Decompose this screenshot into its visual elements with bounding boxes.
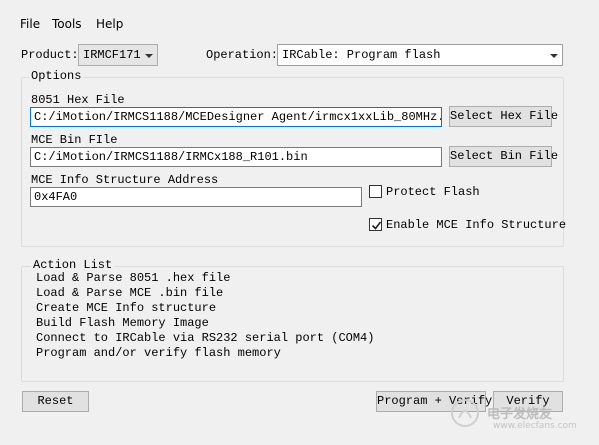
list-item: Connect to IRCable via RS232 serial port… <box>36 331 375 345</box>
protect-flash-label: Protect Flash <box>386 185 480 199</box>
action-list: Load & Parse 8051 .hex file Load & Parse… <box>36 271 536 371</box>
list-item: Load & Parse MCE .bin file <box>36 286 224 300</box>
watermark-brand: 电子发烧友 <box>487 407 553 422</box>
chevron-down-icon <box>550 54 558 58</box>
hex-file-input[interactable]: C:/iMotion/IRMCS1188/MCEDesigner Agent/i… <box>30 107 442 127</box>
protect-flash-checkbox[interactable] <box>369 185 382 198</box>
product-label: Product: <box>21 48 79 62</box>
list-item: Program and/or verify flash memory <box>36 346 281 360</box>
info-address-label: MCE Info Structure Address <box>31 173 219 187</box>
list-item: Build Flash Memory Image <box>36 316 209 330</box>
list-item: Load & Parse 8051 .hex file <box>36 271 231 285</box>
menu-bar: File Tools Help <box>0 14 599 34</box>
menu-tools[interactable]: Tools <box>52 14 82 34</box>
operation-select[interactable]: IRCable: Program flash <box>277 44 563 66</box>
watermark-url: www.elecfans.com <box>493 421 577 431</box>
enable-info-label: Enable MCE Info Structure <box>386 218 567 232</box>
list-item: Create MCE Info structure <box>36 301 217 315</box>
chevron-down-icon <box>145 54 153 58</box>
product-value: IRMCF171 <box>83 48 141 62</box>
reset-button[interactable]: Reset <box>22 391 89 412</box>
checkmark-icon <box>371 221 382 230</box>
product-select[interactable]: IRMCF171 <box>78 44 158 66</box>
menu-file[interactable]: File <box>20 14 40 34</box>
bin-file-label: MCE Bin FIle <box>31 133 118 147</box>
options-title: Options <box>29 69 84 83</box>
enable-info-checkbox[interactable] <box>369 218 382 231</box>
info-address-input[interactable]: 0x4FA0 <box>30 187 362 207</box>
hex-file-label: 8051 Hex File <box>31 93 125 107</box>
operation-label: Operation: <box>206 48 279 62</box>
bin-file-input[interactable]: C:/iMotion/IRMCS1188/IRMCx188_R101.bin <box>30 147 442 167</box>
menu-help[interactable]: Help <box>96 14 123 34</box>
action-list-title: Action List <box>31 258 115 272</box>
select-hex-file-button[interactable]: Select Hex File <box>449 106 558 127</box>
watermark-logo-icon <box>450 398 480 428</box>
select-bin-file-button[interactable]: Select Bin File <box>449 146 558 167</box>
operation-value: IRCable: Program flash <box>282 48 441 62</box>
